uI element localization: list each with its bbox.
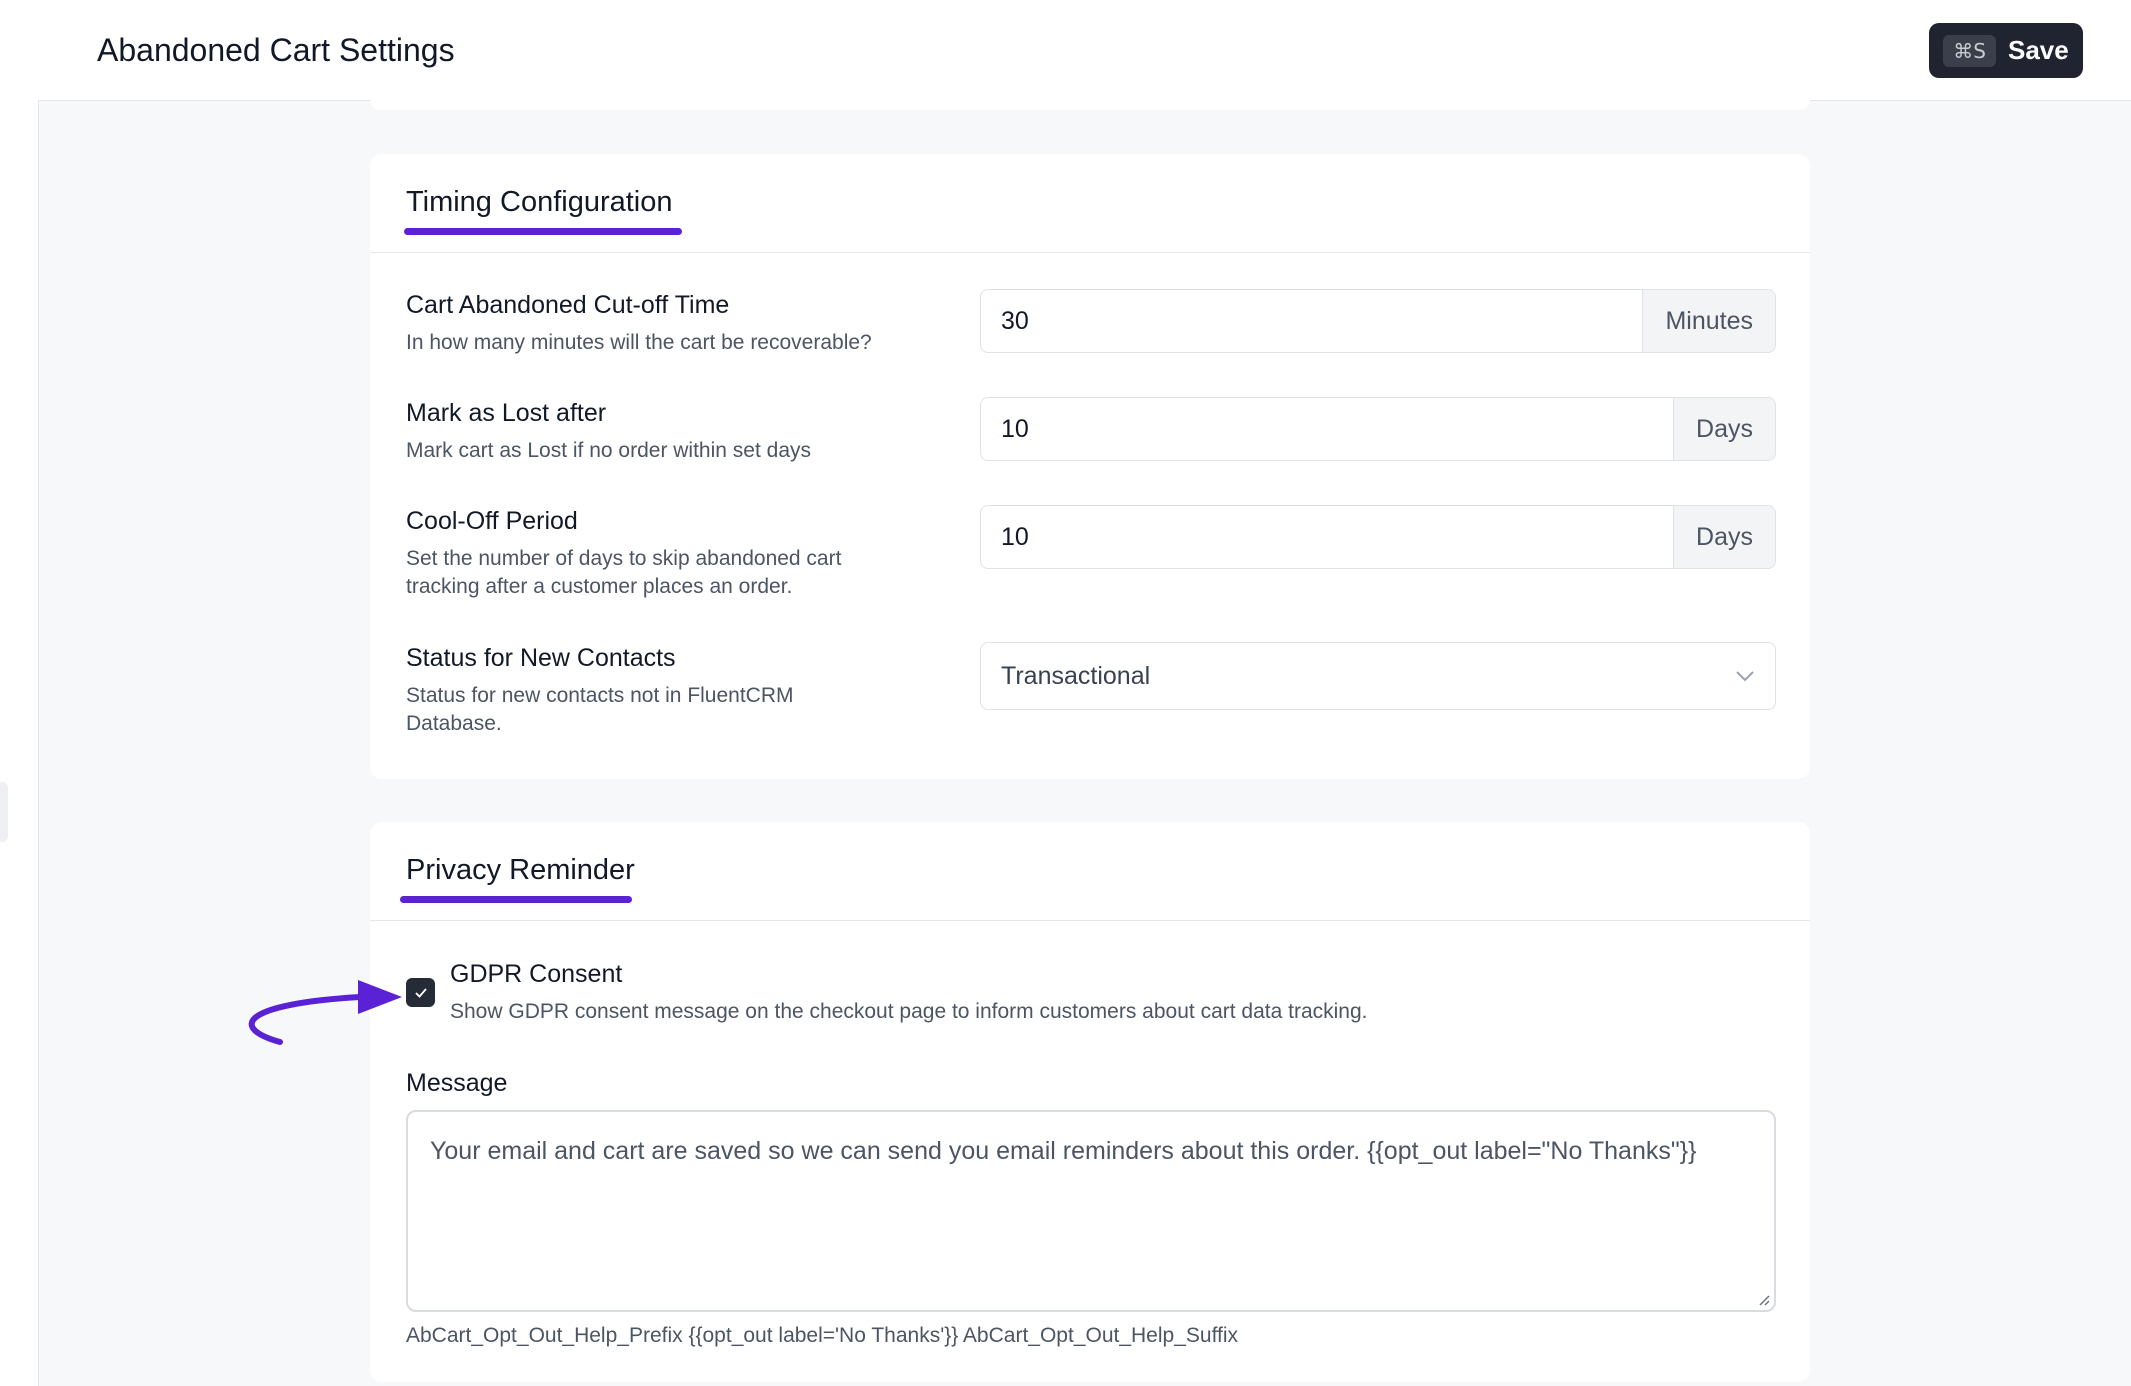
cool-off-input[interactable]: 10 Days	[980, 505, 1776, 569]
cutoff-time-value[interactable]: 30	[981, 290, 1642, 352]
message-label: Message	[406, 1069, 508, 1097]
resize-handle-icon[interactable]	[1756, 1292, 1770, 1306]
sidebar	[0, 0, 39, 1386]
mark-lost-input[interactable]: 10 Days	[980, 397, 1776, 461]
mark-lost-value[interactable]: 10	[981, 398, 1673, 460]
message-text: Your email and cart are saved so we can …	[430, 1137, 1697, 1165]
save-shortcut-badge: ⌘S	[1943, 34, 1996, 67]
previous-card-edge	[370, 100, 1810, 110]
gdpr-consent-desc: Show GDPR consent message on the checkou…	[450, 1000, 1368, 1023]
sidebar-collapse-tab[interactable]	[0, 782, 8, 842]
privacy-title-underline	[400, 896, 632, 903]
status-new-contacts-select[interactable]: Transactional	[980, 642, 1776, 710]
gdpr-consent-label: GDPR Consent	[450, 960, 623, 988]
timing-card-title: Timing Configuration	[406, 186, 673, 218]
cool-off-desc: Set the number of days to skip abandoned…	[406, 547, 842, 598]
checkmark-icon	[414, 987, 427, 998]
message-help-text: AbCart_Opt_Out_Help_Prefix {{opt_out lab…	[406, 1324, 1239, 1347]
privacy-card-title: Privacy Reminder	[406, 854, 635, 886]
status-new-contacts-desc: Status for new contacts not in FluentCRM…	[406, 684, 794, 735]
timing-configuration-card: Timing Configuration Cart Abandoned Cut-…	[370, 154, 1810, 779]
privacy-card-header: Privacy Reminder	[370, 822, 1810, 921]
page-title: Abandoned Cart Settings	[97, 32, 455, 68]
cutoff-time-input[interactable]: 30 Minutes	[980, 289, 1776, 353]
save-button[interactable]: ⌘S Save	[1929, 23, 2083, 78]
top-bar: Abandoned Cart Settings ⌘S Save	[38, 0, 2131, 101]
mark-lost-desc: Mark cart as Lost if no order within set…	[406, 439, 811, 462]
chevron-down-icon	[1736, 671, 1754, 682]
save-button-label: Save	[2007, 35, 2069, 65]
annotation-arrow-icon	[248, 980, 402, 1045]
cool-off-unit: Days	[1673, 506, 1775, 568]
gdpr-consent-row: GDPR Consent Show GDPR consent message o…	[450, 958, 1774, 1026]
privacy-reminder-card: Privacy Reminder GDPR Consent Show GDPR …	[370, 822, 1810, 1382]
cutoff-time-desc: In how many minutes will the cart be rec…	[406, 331, 872, 354]
cutoff-time-unit: Minutes	[1642, 290, 1775, 352]
message-textarea[interactable]: Your email and cart are saved so we can …	[406, 1110, 1776, 1312]
status-selected-value: Transactional	[1001, 661, 1151, 690]
message-label-row: Message	[406, 1067, 1774, 1099]
mark-lost-unit: Days	[1673, 398, 1775, 460]
gdpr-consent-checkbox[interactable]	[406, 978, 435, 1007]
timing-card-header: Timing Configuration	[370, 154, 1810, 253]
cool-off-value[interactable]: 10	[981, 506, 1673, 568]
timing-title-underline	[404, 228, 682, 235]
